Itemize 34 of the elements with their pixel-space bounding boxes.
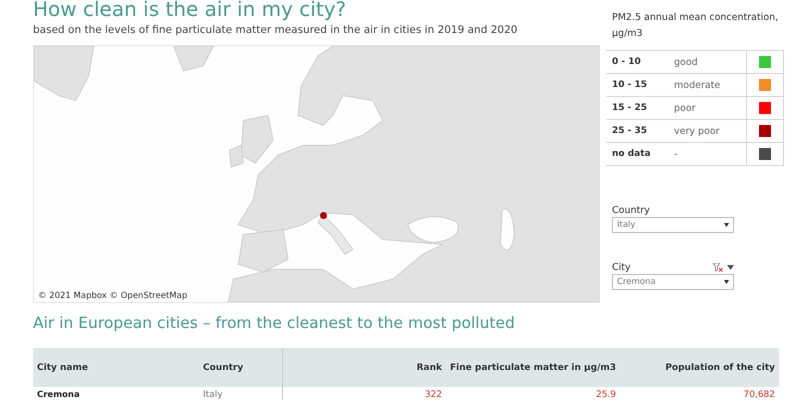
caret-icon [724, 223, 729, 227]
dropdown[interactable]: Italy [612, 217, 734, 233]
page-title: How clean is the air in my city? [33, 0, 348, 20]
table-cell: 322 [282, 387, 446, 400]
legend-range: 10 - 15 [612, 80, 648, 90]
legend-range: no data [612, 149, 651, 159]
dropdown[interactable]: Cremona [612, 274, 734, 290]
location-marker-icon[interactable] [320, 212, 327, 219]
column-header[interactable]: Fine particulate matter in µg/m3 [446, 348, 620, 387]
clear-filter-icon[interactable] [713, 262, 723, 272]
table-cell: Italy [199, 387, 282, 400]
column-header[interactable]: City name [33, 348, 199, 387]
table-cell: Cremona [33, 387, 199, 400]
section-heading: Air in European cities – from the cleanest to the most polluted [33, 313, 516, 334]
filter-label: Country [612, 204, 650, 216]
column-header[interactable]: Country [199, 348, 282, 387]
legend-range: 15 - 25 [612, 103, 648, 113]
legend-label: moderate [674, 80, 720, 90]
table-cell: 25.9 [446, 387, 620, 400]
column-header[interactable]: Rank [282, 348, 446, 387]
legend-label: - [674, 148, 678, 160]
page-subtitle: based on the levels of fine particulate matter measured in the air in cities in 2019 and 2020 [33, 23, 518, 38]
legend-label: poor [674, 102, 696, 114]
legend-title: PM2.5 annual mean concentration, µg/m3 [611, 11, 780, 41]
caret-icon [724, 280, 729, 284]
legend-label: very poor [674, 126, 720, 136]
menu-caret-icon[interactable] [727, 264, 734, 270]
table-cell: 70,682 [620, 387, 779, 400]
legend-range: 0 - 10 [612, 57, 641, 67]
filter-label: City [612, 262, 631, 272]
map-attribution: © 2021 Mapbox © OpenStreetMap [36, 291, 190, 301]
legend-range: 25 - 35 [612, 126, 648, 136]
column-header[interactable]: Population of the city [620, 348, 779, 387]
legend-label: good [674, 56, 698, 68]
